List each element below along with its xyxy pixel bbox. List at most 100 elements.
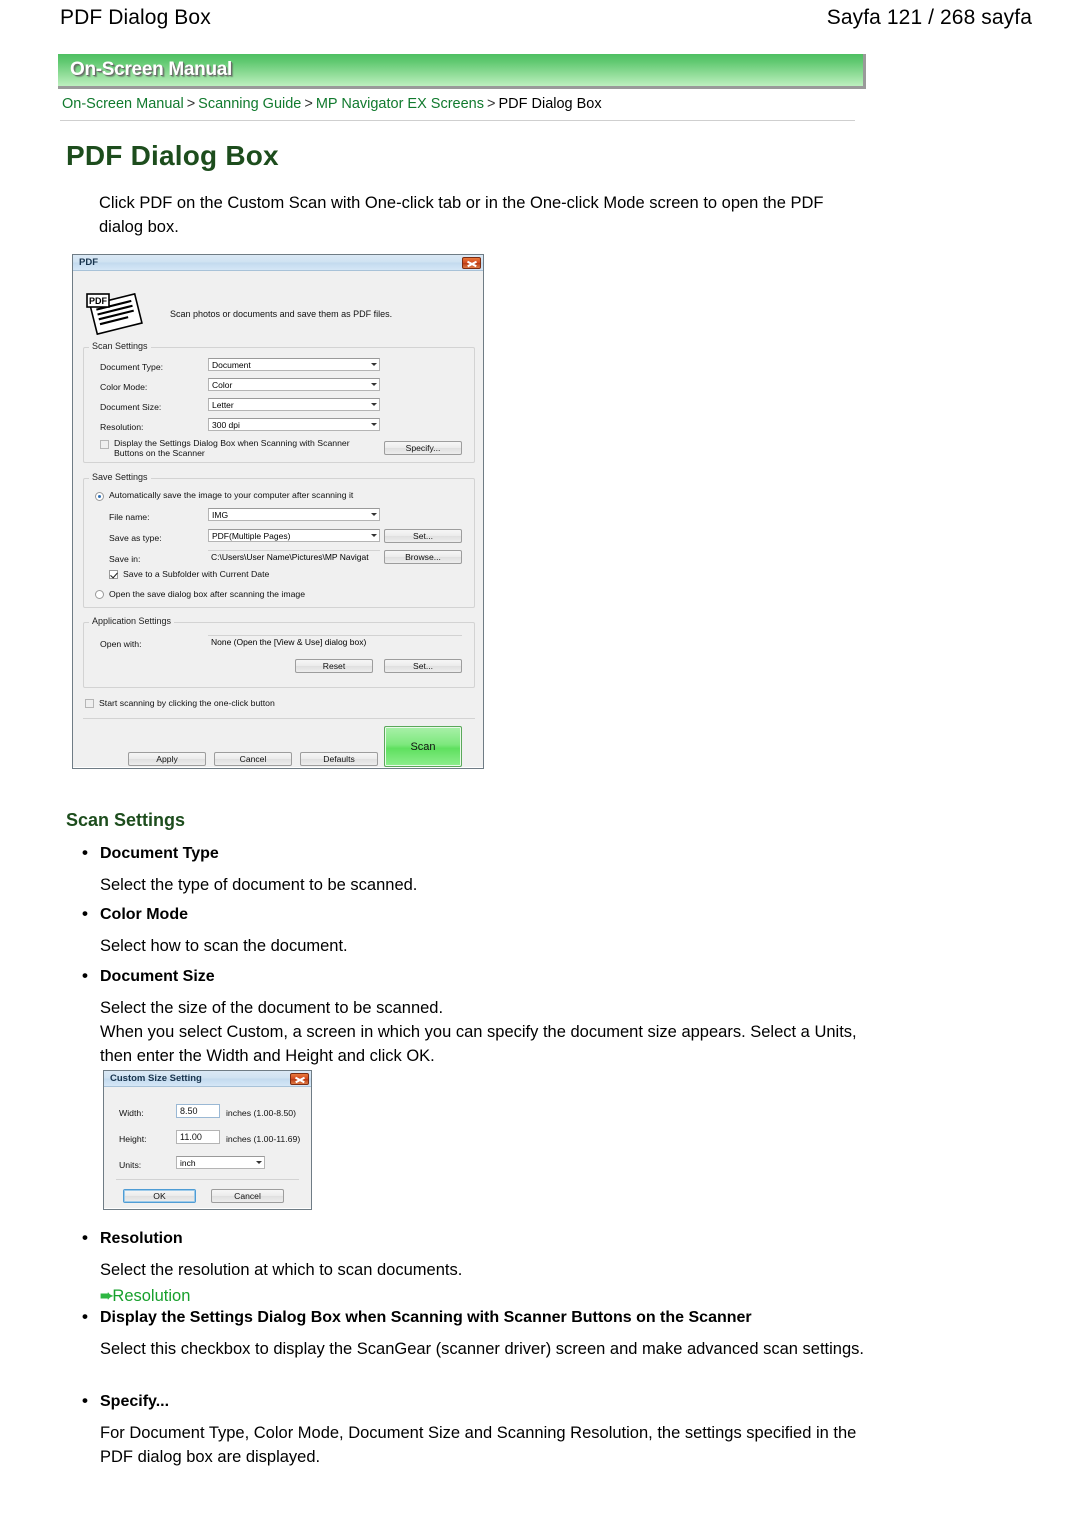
scan-button[interactable]: Scan <box>384 726 462 767</box>
list-item: Display the Settings Dialog Box when Sca… <box>80 1307 870 1362</box>
document-size-select[interactable]: Letter <box>208 398 380 411</box>
color-mode-value: Color <box>212 380 233 390</box>
reset-button[interactable]: Reset <box>295 659 373 673</box>
pdf-dialog-description: Scan photos or documents and save them a… <box>170 309 393 319</box>
intro-paragraph: Click PDF on the Custom Scan with One-cl… <box>99 194 824 236</box>
breadcrumb-separator: > <box>304 96 313 112</box>
open-with-value: None (Open the [View & Use] dialog box) <box>208 635 462 648</box>
chevron-down-icon <box>371 513 377 516</box>
custom-size-setting-window: Custom Size Setting Width: 8.50 inches (… <box>103 1070 312 1210</box>
resolution-select[interactable]: 300 dpi <box>208 418 380 431</box>
scan-settings-section-heading: Scan Settings <box>66 810 186 830</box>
application-settings-group: Application Settings <box>83 616 475 688</box>
units-select[interactable]: inch <box>176 1156 265 1169</box>
auto-save-radio[interactable] <box>95 492 104 501</box>
term-display-settings-dialog: Display the Settings Dialog Box when Sca… <box>80 1307 870 1327</box>
on-screen-manual-label: On-Screen Manual <box>70 59 233 80</box>
display-settings-dialog-label-line2: Buttons on the Scanner <box>114 448 205 458</box>
breadcrumb-item-mp-navigator-ex-screens[interactable]: MP Navigator EX Screens <box>316 96 484 112</box>
breadcrumb-item-on-screen-manual[interactable]: On-Screen Manual <box>62 96 184 112</box>
save-in-path: C:\Users\User Name\Pictures\MP Navigat <box>208 550 380 563</box>
breadcrumb-separator: > <box>186 96 196 112</box>
save-settings-legend: Save Settings <box>89 472 151 482</box>
on-screen-manual-banner: On-Screen Manual <box>58 54 866 89</box>
apply-button[interactable]: Apply <box>128 752 206 766</box>
display-settings-dialog-checkbox[interactable] <box>100 440 109 449</box>
term-color-mode: Color Mode <box>80 904 860 924</box>
height-label: Height: <box>119 1134 147 1144</box>
save-as-type-select[interactable]: PDF(Multiple Pages) <box>208 529 380 542</box>
resolution-label: Resolution: <box>100 422 144 432</box>
desc-document-type: Select the type of document to be scanne… <box>100 876 418 894</box>
document-type-value: Document <box>212 360 251 370</box>
pdf-dialog-title: PDF <box>79 257 98 268</box>
desc-display-settings-dialog: Select this checkbox to display the Scan… <box>100 1340 864 1358</box>
one-click-checkbox[interactable] <box>85 699 94 708</box>
list-item: Color Mode Select how to scan the docume… <box>80 904 860 959</box>
chevron-down-icon <box>371 423 377 426</box>
open-save-dialog-radio[interactable] <box>95 590 104 599</box>
save-as-type-value: PDF(Multiple Pages) <box>212 531 291 541</box>
page-pagination: Sayfa 121 / 268 sayfa <box>826 6 1032 29</box>
breadcrumb: On-Screen Manual > Scanning Guide > MP Navig… <box>62 96 862 112</box>
desc-color-mode: Select how to scan the document. <box>100 937 348 955</box>
resolution-link[interactable]: Resolution <box>112 1287 190 1305</box>
width-input[interactable]: 8.50 <box>176 1104 220 1118</box>
arrow-right-icon: ➨ <box>100 1287 113 1305</box>
pdf-document-icon: PDF <box>85 292 147 340</box>
units-label: Units: <box>119 1160 142 1170</box>
close-icon[interactable] <box>462 256 481 269</box>
term-specify: Specify... <box>80 1391 870 1411</box>
chevron-down-icon <box>371 534 377 537</box>
term-document-size: Document Size <box>80 966 860 986</box>
document-type-select[interactable]: Document <box>208 358 380 371</box>
cancel-button[interactable]: Cancel <box>214 752 292 766</box>
desc-specify: For Document Type, Color Mode, Document … <box>100 1424 857 1466</box>
breadcrumb-item-scanning-guide[interactable]: Scanning Guide <box>198 96 301 112</box>
svg-text:PDF: PDF <box>89 296 108 306</box>
document-size-label: Document Size: <box>100 402 162 412</box>
defaults-button[interactable]: Defaults <box>300 752 378 766</box>
display-settings-dialog-label-line1: Display the Settings Dialog Box when Sca… <box>114 438 350 448</box>
file-name-label: File name: <box>109 512 150 522</box>
breadcrumb-divider <box>60 120 855 121</box>
breadcrumb-separator: > <box>487 96 496 112</box>
auto-save-label: Automatically save the image to your com… <box>109 490 354 500</box>
browse-button[interactable]: Browse... <box>384 550 462 564</box>
resolution-link-row[interactable]: ➨Resolution <box>80 1286 870 1306</box>
chevron-down-icon <box>371 403 377 406</box>
height-input[interactable]: 11.00 <box>176 1130 220 1144</box>
pdf-dialog-titlebar: PDF <box>73 255 483 271</box>
custom-size-cancel-button[interactable]: Cancel <box>211 1189 284 1203</box>
save-in-label: Save in: <box>109 554 141 564</box>
chevron-down-icon <box>371 383 377 386</box>
save-as-type-label: Save as type: <box>109 533 162 543</box>
document-type-label: Document Type: <box>100 362 164 372</box>
list-item: Specify... For Document Type, Color Mode… <box>80 1391 870 1470</box>
width-label: Width: <box>119 1108 144 1118</box>
file-name-input[interactable]: IMG <box>208 508 380 521</box>
list-item: Resolution Select the resolution at whic… <box>80 1228 870 1306</box>
list-item: Document Size Select the size of the doc… <box>80 966 860 1069</box>
page-title: PDF Dialog Box <box>66 140 279 171</box>
application-settings-legend: Application Settings <box>89 616 175 626</box>
save-as-type-set-button[interactable]: Set... <box>384 529 462 543</box>
breadcrumb-item-current: PDF Dialog Box <box>498 96 602 112</box>
ok-button[interactable]: OK <box>123 1189 196 1203</box>
custom-size-titlebar: Custom Size Setting <box>104 1071 311 1087</box>
color-mode-select[interactable]: Color <box>208 378 380 391</box>
list-item: Document Type Select the type of documen… <box>80 843 860 898</box>
resolution-value: 300 dpi <box>212 420 240 430</box>
application-set-button[interactable]: Set... <box>384 659 462 673</box>
units-value: inch <box>180 1158 196 1168</box>
save-subfolder-checkbox[interactable] <box>109 570 118 579</box>
height-range-hint: inches (1.00-11.69) <box>226 1134 301 1144</box>
custom-size-body: Width: 8.50 inches (1.00-8.50) Height: 1… <box>104 1087 311 1208</box>
page-header: PDF Dialog Box Sayfa 121 / 268 sayfa <box>0 0 1080 42</box>
specify-button[interactable]: Specify... <box>384 441 462 455</box>
pdf-dialog-window: PDF PDF Scan photos or documents and sav… <box>72 254 484 769</box>
close-icon[interactable] <box>290 1072 309 1085</box>
scan-settings-legend: Scan Settings <box>89 341 151 351</box>
chevron-down-icon <box>371 363 377 366</box>
desc-resolution: Select the resolution at which to scan d… <box>100 1261 463 1279</box>
